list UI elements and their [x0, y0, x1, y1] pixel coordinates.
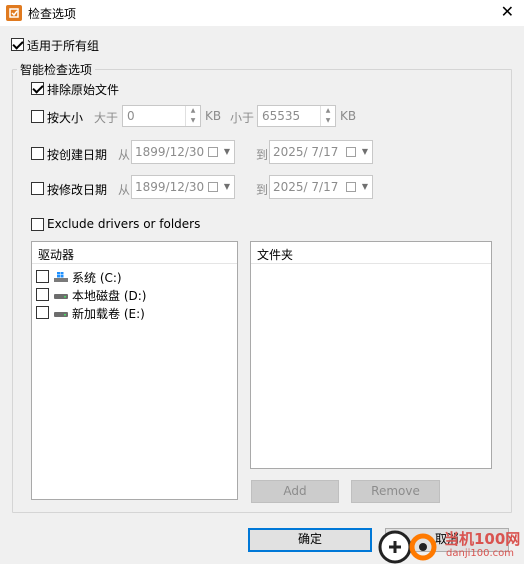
drives-list[interactable]: 驱动器 系统 (C:) 本地磁盘 (D:) 新加载卷 (E:) [31, 241, 238, 500]
chevron-down-icon[interactable]: ▼ [224, 147, 230, 156]
modified-from-value: 1899/12/30 [135, 180, 205, 194]
close-icon[interactable]: ✕ [501, 3, 514, 21]
spin-up-icon[interactable]: ▲ [321, 106, 335, 116]
greater-than-label: 大于 [94, 111, 119, 125]
modified-to-label: 到 [256, 183, 269, 197]
modified-to-date[interactable]: 2025/ 7/17 ▼ [269, 175, 373, 199]
drive-row-c[interactable]: 系统 (C:) [36, 268, 226, 286]
calendar-icon [208, 147, 218, 157]
smart-options-legend: 智能检查选项 [17, 61, 96, 78]
add-button[interactable]: Add [251, 480, 339, 503]
watermark-url: danji100.com [446, 548, 514, 559]
apply-all-checkbox[interactable] [11, 38, 24, 51]
created-to-value: 2025/ 7/17 [273, 145, 339, 159]
by-size-label: 按大小 [47, 111, 84, 125]
spin-down-icon[interactable]: ▼ [321, 116, 335, 126]
exclude-drivers-checkbox[interactable] [31, 218, 44, 231]
remove-button[interactable]: Remove [351, 480, 440, 503]
watermark: 当机100网 danji100.com [374, 526, 524, 564]
modified-from-date[interactable]: 1899/12/30 ▼ [131, 175, 235, 199]
watermark-ring-icon [409, 533, 437, 561]
apply-all-label: 适用于所有组 [27, 39, 100, 53]
drive-icon [54, 294, 68, 299]
greater-than-spinner[interactable]: 0 ▲ ▼ [122, 105, 201, 127]
drive-e-checkbox[interactable] [36, 306, 49, 319]
by-modified-label: 按修改日期 [47, 183, 108, 197]
calendar-icon [346, 182, 356, 192]
drive-c-label: 系统 (C:) [72, 271, 122, 285]
drives-header-label: 驱动器 [38, 248, 75, 262]
drives-list-header: 驱动器 [32, 242, 237, 264]
by-created-label: 按创建日期 [47, 148, 108, 162]
exclude-original-label: 排除原始文件 [47, 83, 120, 97]
less-than-value: 65535 [262, 109, 301, 123]
title-bar: 检查选项 ✕ [0, 0, 524, 26]
greater-unit: KB [205, 109, 222, 123]
exclude-original-checkbox[interactable] [31, 82, 44, 95]
greater-than-value: 0 [127, 109, 135, 123]
created-from-date[interactable]: 1899/12/30 ▼ [131, 140, 235, 164]
windows-drive-icon [54, 272, 68, 282]
folders-header-label: 文件夹 [257, 248, 294, 262]
watermark-text: 当机100网 [444, 530, 521, 548]
drive-d-checkbox[interactable] [36, 288, 49, 301]
less-than-label: 小于 [230, 111, 255, 125]
folders-list[interactable]: 文件夹 [250, 241, 492, 469]
by-modified-checkbox[interactable] [31, 182, 44, 195]
drive-row-e[interactable]: 新加载卷 (E:) [36, 304, 226, 322]
chevron-down-icon[interactable]: ▼ [362, 182, 368, 191]
watermark-logo-icon [378, 530, 412, 564]
created-from-value: 1899/12/30 [135, 145, 205, 159]
drive-d-label: 本地磁盘 (D:) [72, 289, 147, 303]
less-unit: KB [340, 109, 357, 123]
drive-row-d[interactable]: 本地磁盘 (D:) [36, 286, 226, 304]
modified-to-value: 2025/ 7/17 [273, 180, 339, 194]
window-title: 检查选项 [28, 7, 77, 21]
calendar-icon [208, 182, 218, 192]
ok-button[interactable]: 确定 [248, 528, 372, 552]
modified-from-label: 从 [118, 183, 131, 197]
chevron-down-icon[interactable]: ▼ [224, 182, 230, 191]
created-to-label: 到 [256, 148, 269, 162]
created-from-label: 从 [118, 148, 131, 162]
chevron-down-icon[interactable]: ▼ [362, 147, 368, 156]
spin-down-icon[interactable]: ▼ [186, 116, 200, 126]
app-icon [6, 5, 22, 21]
exclude-drivers-label: Exclude drivers or folders [47, 217, 201, 231]
folders-list-header: 文件夹 [251, 242, 491, 264]
by-size-checkbox[interactable] [31, 110, 44, 123]
spin-up-icon[interactable]: ▲ [186, 106, 200, 116]
by-created-checkbox[interactable] [31, 147, 44, 160]
drive-icon [54, 312, 68, 317]
drive-e-label: 新加载卷 (E:) [72, 307, 145, 321]
less-than-spinner[interactable]: 65535 ▲ ▼ [257, 105, 336, 127]
calendar-icon [346, 147, 356, 157]
drive-c-checkbox[interactable] [36, 270, 49, 283]
created-to-date[interactable]: 2025/ 7/17 ▼ [269, 140, 373, 164]
